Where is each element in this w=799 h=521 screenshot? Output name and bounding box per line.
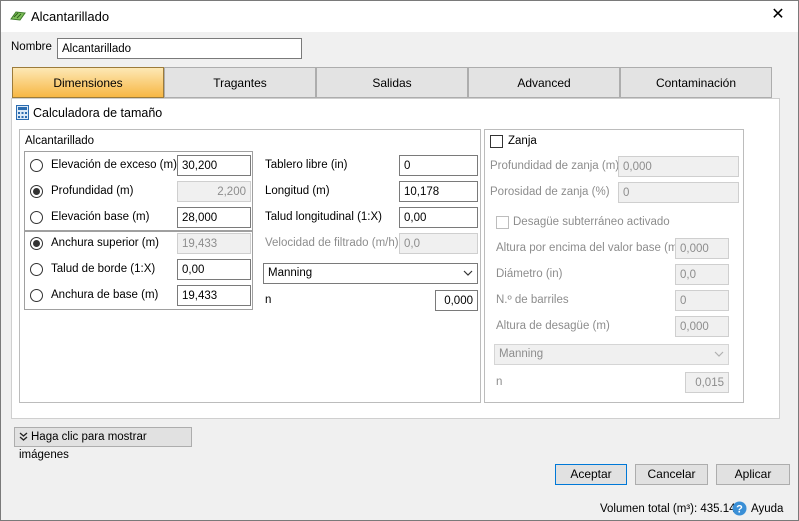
barriles-label: N.º de barriles xyxy=(496,294,569,306)
profundidad-zanja-input xyxy=(618,156,739,177)
tab-contaminacion[interactable]: Contaminación xyxy=(620,67,772,98)
show-images-button[interactable]: Haga clic para mostrar imágenes xyxy=(14,427,192,461)
aceptar-button[interactable]: Aceptar xyxy=(555,464,627,485)
zanja-label[interactable]: Zanja xyxy=(508,135,537,147)
close-button[interactable]: ✕ xyxy=(764,4,792,28)
window-title: Alcantarillado xyxy=(31,9,110,24)
porosidad-zanja-label: Porosidad de zanja (%) xyxy=(490,186,610,198)
anchura-base-input[interactable] xyxy=(177,285,251,306)
talud-longitudinal-input[interactable] xyxy=(399,207,478,228)
radio-anchura-base[interactable] xyxy=(30,289,43,302)
chevron-down-icon xyxy=(463,270,473,276)
metodo-select-value: Manning xyxy=(268,267,313,279)
cancelar-button[interactable]: Cancelar xyxy=(635,464,708,485)
dialog-window: Alcantarillado ✕ Nombre Dimensiones Trag… xyxy=(0,0,799,521)
elevacion-exceso-label: Elevación de exceso (m) xyxy=(51,159,177,171)
title-bar: Alcantarillado ✕ xyxy=(1,1,798,32)
ayuda-link[interactable]: Ayuda xyxy=(751,503,783,515)
porosidad-zanja-input xyxy=(618,182,739,203)
tab-tragantes[interactable]: Tragantes xyxy=(164,67,316,98)
nombre-label: Nombre xyxy=(11,41,52,53)
anchura-base-label: Anchura de base (m) xyxy=(51,289,159,301)
altura-desague-input xyxy=(675,316,729,337)
barriles-input xyxy=(675,290,729,311)
talud-longitudinal-label: Talud longitudinal (1:X) xyxy=(265,211,382,223)
talud-borde-label: Talud de borde (1:X) xyxy=(51,263,156,275)
zanja-metodo-value: Manning xyxy=(499,348,544,360)
anchura-superior-input xyxy=(177,233,251,254)
radio-anchura-superior[interactable] xyxy=(30,237,43,250)
tab-bar: Dimensiones Tragantes Salidas Advanced C… xyxy=(12,67,772,98)
n-input[interactable] xyxy=(435,290,478,311)
calculadora-label[interactable]: Calculadora de tamaño xyxy=(33,106,162,120)
volumen-total: Volumen total (m³): 435.145 xyxy=(600,503,742,515)
longitud-input[interactable] xyxy=(399,181,478,202)
altura-base-input xyxy=(675,238,729,259)
diametro-input xyxy=(675,264,729,285)
diametro-label: Diámetro (in) xyxy=(496,268,563,280)
alcantarillado-group: Alcantarillado Elevación de exceso (m) P… xyxy=(19,129,481,403)
elevacion-base-label: Elevación base (m) xyxy=(51,211,150,223)
aplicar-button[interactable]: Aplicar xyxy=(716,464,790,485)
longitud-label: Longitud (m) xyxy=(265,185,330,197)
zanja-n-input xyxy=(685,372,729,393)
elevacion-exceso-input[interactable] xyxy=(177,155,251,176)
tab-dimensiones[interactable]: Dimensiones xyxy=(12,67,164,98)
alcantarillado-title: Alcantarillado xyxy=(25,135,95,147)
velocidad-filtrado-label: Velocidad de filtrado (m/h) xyxy=(265,237,399,249)
profundidad-label: Profundidad (m) xyxy=(51,185,134,197)
tablero-libre-label: Tablero libre (in) xyxy=(265,159,348,171)
altura-desague-label: Altura de desagüe (m) xyxy=(496,320,610,332)
profundidad-input xyxy=(177,181,251,202)
radio-elevacion-exceso[interactable] xyxy=(30,159,43,172)
talud-borde-input[interactable] xyxy=(177,259,251,280)
desague-checkbox[interactable] xyxy=(496,216,509,229)
radio-profundidad[interactable] xyxy=(30,185,43,198)
show-images-label: Haga clic para mostrar imágenes xyxy=(19,431,147,461)
tab-advanced[interactable]: Advanced xyxy=(468,67,620,98)
altura-base-label: Altura por encima del valor base (m) xyxy=(496,242,682,254)
zanja-checkbox[interactable] xyxy=(490,135,503,148)
chevron-down-icon xyxy=(714,351,724,357)
metodo-select[interactable]: Manning xyxy=(263,263,478,284)
svg-text:?: ? xyxy=(736,504,743,516)
anchura-superior-label: Anchura superior (m) xyxy=(51,237,160,249)
zanja-metodo-select: Manning xyxy=(494,344,729,365)
velocidad-filtrado-input xyxy=(399,233,478,254)
help-icon[interactable]: ? xyxy=(732,501,747,516)
double-chevron-down-icon xyxy=(19,432,28,441)
culvert-app-icon xyxy=(10,11,26,21)
n-label: n xyxy=(265,294,272,306)
elevacion-base-input[interactable] xyxy=(177,207,251,228)
radio-elevacion-base[interactable] xyxy=(30,211,43,224)
desague-label: Desagüe subterráneo activado xyxy=(513,216,670,228)
dimensiones-panel: Calculadora de tamaño Alcantarillado Ele… xyxy=(11,98,780,419)
zanja-n-label: n xyxy=(496,376,503,388)
nombre-input[interactable] xyxy=(57,38,302,59)
radio-talud-borde[interactable] xyxy=(30,263,43,276)
zanja-group: Zanja Profundidad de zanja (m) Porosidad… xyxy=(484,129,744,403)
tablero-libre-input[interactable] xyxy=(399,155,478,176)
calculator-icon[interactable] xyxy=(16,105,29,120)
profundidad-zanja-label: Profundidad de zanja (m) xyxy=(490,160,620,172)
tab-salidas[interactable]: Salidas xyxy=(316,67,468,98)
